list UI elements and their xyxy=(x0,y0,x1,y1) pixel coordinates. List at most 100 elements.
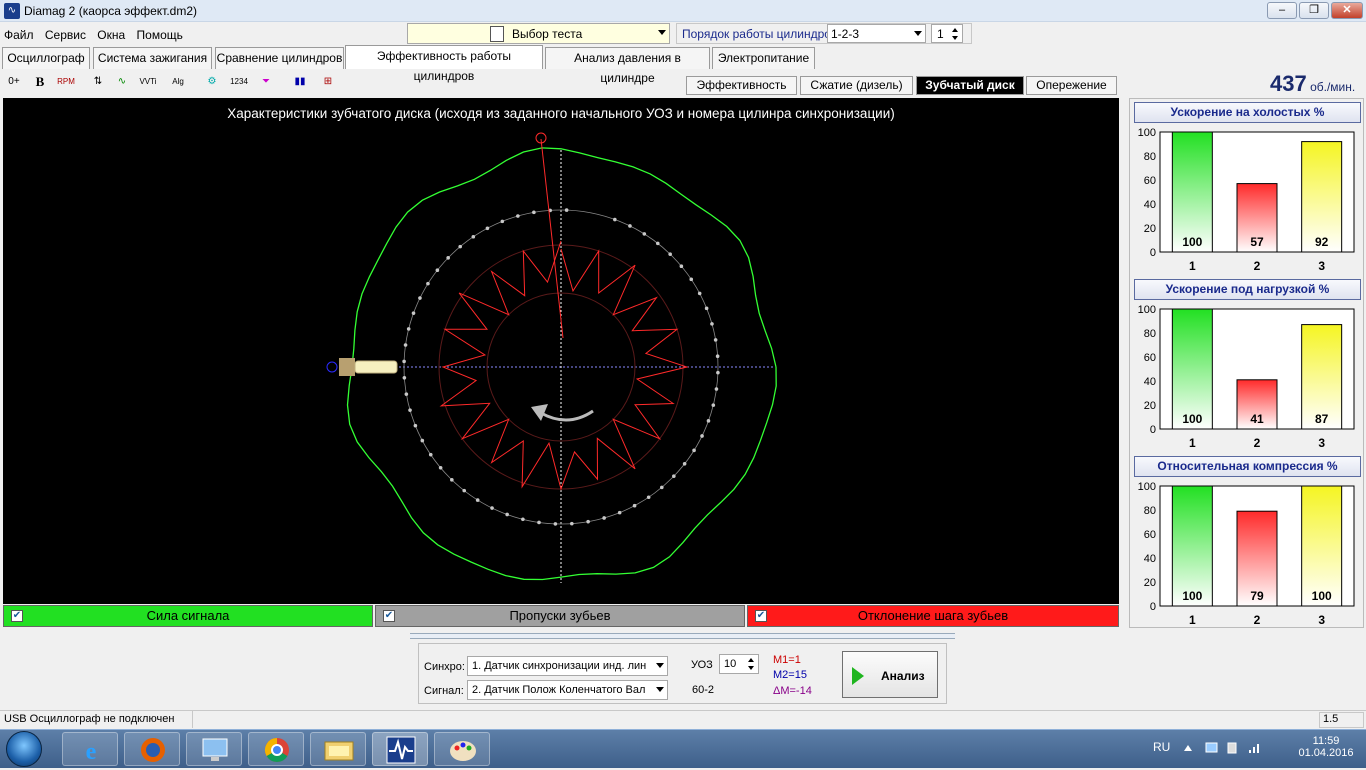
cylinder-sync-stepper[interactable]: 1 xyxy=(931,24,963,43)
tooth-mark xyxy=(406,327,411,331)
cylinder-charts-panel: Ускорение на холостых % 100 80 60 40 20 0 100 1… xyxy=(1129,98,1364,628)
chart-title-compression: Относительная компрессия % xyxy=(1134,456,1361,477)
missing-teeth-checkbox[interactable]: ✔ xyxy=(383,610,395,622)
signal-strength-checkbox[interactable]: ✔ xyxy=(11,610,23,622)
tooth-mark xyxy=(403,343,408,347)
m1-value: M1=1 xyxy=(773,654,801,666)
bold-icon[interactable]: B xyxy=(30,72,50,92)
tooth-mark xyxy=(713,338,718,342)
x-tick-label: 2 xyxy=(1254,436,1261,450)
remote-desktop-icon[interactable] xyxy=(186,732,242,766)
spin-arrows-icon[interactable] xyxy=(747,657,755,671)
clock[interactable]: 11:59 01.04.2016 xyxy=(1296,735,1356,759)
tab-pressure-analysis[interactable]: Анализ давления в цилиндре xyxy=(545,47,710,85)
paint-icon[interactable] xyxy=(434,732,490,766)
tooth-mark xyxy=(714,387,719,391)
tab-cylinder-compare[interactable]: Сравнение цилиндров xyxy=(215,47,344,69)
bar-cylinder-3 xyxy=(1301,485,1343,607)
subtab-efficiency[interactable]: Эффективность xyxy=(686,76,797,95)
y-tick-label: 20 xyxy=(1144,577,1156,589)
y-tick-label: 20 xyxy=(1144,223,1156,235)
sync-marker-line xyxy=(540,138,564,339)
tooth-mark xyxy=(446,256,450,260)
bar-cylinder-1 xyxy=(1171,131,1213,253)
tooth-mark xyxy=(428,452,433,457)
chevron-down-icon xyxy=(658,30,666,35)
uoz-stepper[interactable]: 10 xyxy=(719,654,759,674)
counter-icon[interactable]: 1234 xyxy=(229,72,249,92)
tooth-mark xyxy=(505,512,509,517)
diamag-taskbar-icon[interactable] xyxy=(372,732,428,766)
vvti-icon[interactable]: VVTi xyxy=(138,72,158,92)
tooth-mark xyxy=(716,370,720,375)
language-indicator[interactable]: RU xyxy=(1153,740,1170,754)
tooth-mark xyxy=(553,522,558,526)
tooth-mark xyxy=(613,217,617,222)
tooth-pitch-checkbox[interactable]: ✔ xyxy=(755,610,767,622)
minimize-button[interactable]: – xyxy=(1267,2,1297,19)
menu-service[interactable]: Сервис xyxy=(41,25,90,45)
tooth-pitch-label: Отклонение шага зубьев xyxy=(857,608,1009,623)
m2-value: M2=15 xyxy=(773,669,807,681)
tooth-disk-plot[interactable]: Характеристики зубчатого диска (исходя и… xyxy=(3,98,1119,604)
signal-value: 2. Датчик Полож Коленчатого Вал xyxy=(472,684,646,696)
rpm-icon[interactable]: RPM xyxy=(56,72,76,92)
restore-button[interactable]: ❐ xyxy=(1299,2,1329,19)
menu-windows[interactable]: Окна xyxy=(93,25,129,45)
funnel-icon[interactable]: ⏷ xyxy=(256,72,276,92)
analyze-label: Анализ xyxy=(881,669,925,683)
subtab-advance[interactable]: Опережение xyxy=(1026,76,1117,95)
chrome-icon[interactable] xyxy=(248,732,304,766)
trigger-icon[interactable]: ⊞ xyxy=(318,72,338,92)
start-button[interactable] xyxy=(6,731,42,767)
analyze-button[interactable]: Анализ xyxy=(842,651,938,698)
tooth-pitch-deviation-bar[interactable]: ✔ Отклонение шага зубьев xyxy=(747,605,1119,627)
teeth-count: 60-2 xyxy=(692,684,715,696)
sort-icon[interactable]: ⇅ xyxy=(88,72,108,92)
tooth-mark xyxy=(617,510,622,515)
ie-icon[interactable]: e xyxy=(62,732,118,766)
tooth-mark xyxy=(413,423,418,428)
zero-offset-icon[interactable]: 0+ xyxy=(4,72,24,92)
chart-title-idle-accel: Ускорение на холостых % xyxy=(1134,102,1361,123)
bar-value-label: 100 xyxy=(1182,589,1202,603)
missing-teeth-bar[interactable]: ✔ Пропуски зубьев xyxy=(375,605,745,627)
tab-power-supply[interactable]: Электропитание xyxy=(712,47,815,69)
menu-help[interactable]: Помощь xyxy=(133,25,187,45)
signal-strength-bar[interactable]: ✔ Сила сигнала xyxy=(3,605,373,627)
tab-ignition[interactable]: Система зажигания xyxy=(93,47,212,69)
test-select-label: Выбор теста xyxy=(512,27,583,41)
splitter[interactable] xyxy=(410,633,955,639)
spin-arrows-icon[interactable] xyxy=(951,27,959,41)
firefox-icon[interactable] xyxy=(124,732,180,766)
signal-select[interactable]: 2. Датчик Полож Коленчатого Вал xyxy=(467,680,668,700)
subtab-tooth-disk[interactable]: Зубчатый диск xyxy=(916,76,1024,95)
subtab-compression[interactable]: Сжатие (дизель) xyxy=(800,76,913,95)
close-button[interactable]: ✕ xyxy=(1331,2,1363,19)
alg-icon[interactable]: Alg xyxy=(168,72,188,92)
tooth-mark xyxy=(402,376,407,380)
y-tick-label: 100 xyxy=(1138,304,1156,316)
tab-cylinder-efficiency[interactable]: Эффективность работы цилиндров xyxy=(345,45,543,83)
file-explorer-icon[interactable] xyxy=(310,732,366,766)
menu-bar: Файл Сервис Окна Помощь xyxy=(0,25,187,45)
y-tick-label: 60 xyxy=(1144,529,1156,541)
tray-icons[interactable] xyxy=(1180,740,1280,756)
test-select[interactable]: Выбор теста xyxy=(407,23,670,44)
tooth-mark xyxy=(682,461,687,466)
tooth-mark xyxy=(632,503,637,508)
trend-icon[interactable]: ∿ xyxy=(112,72,132,92)
y-tick-label: 20 xyxy=(1144,400,1156,412)
sensor-body-icon xyxy=(339,358,355,376)
filter-icon[interactable]: ⚙ xyxy=(202,72,222,92)
tooth-mark xyxy=(660,485,664,490)
bar-chart-icon[interactable]: ▮▮ xyxy=(290,72,310,92)
sync-select[interactable]: 1. Датчик синхронизации инд. лин xyxy=(467,656,668,676)
cylinder-order-select[interactable]: 1-2-3 xyxy=(827,24,926,43)
tab-oscilloscope[interactable]: Осциллограф xyxy=(2,47,90,69)
tooth-mark xyxy=(564,208,569,212)
tooth-mark xyxy=(642,232,647,236)
tooth-mark xyxy=(411,311,416,315)
menu-file[interactable]: Файл xyxy=(0,25,38,45)
clock-time: 11:59 xyxy=(1312,735,1340,747)
